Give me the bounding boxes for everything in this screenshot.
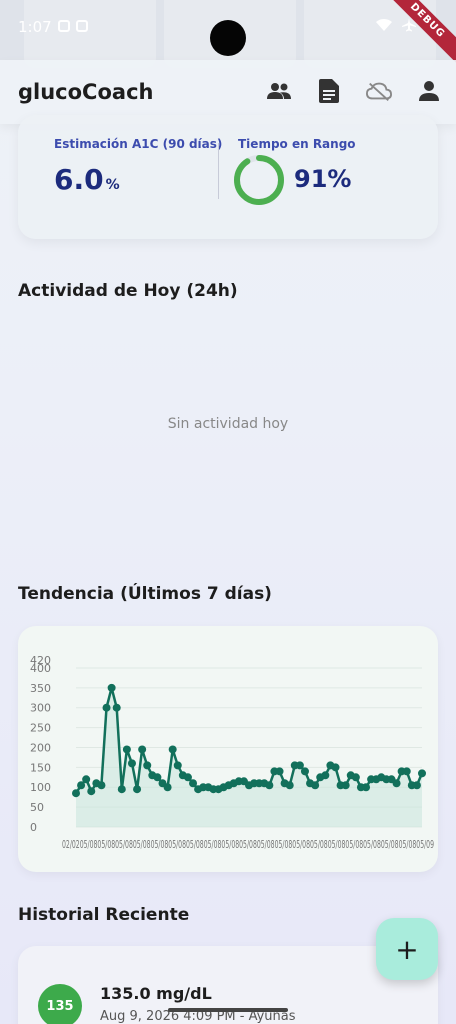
a1c-unit: % — [105, 177, 120, 193]
time-in-range-value: 91% — [294, 165, 352, 193]
data-point — [97, 781, 106, 790]
data-point — [418, 769, 426, 778]
y-tick-label: 50 — [30, 801, 44, 814]
time-in-range-ring — [234, 155, 284, 205]
data-point — [331, 763, 340, 772]
data-point — [122, 745, 131, 754]
data-point — [321, 771, 330, 780]
summary-card: Estimación A1C (90 días) 6.0% Tiempo en … — [18, 115, 438, 239]
data-point — [117, 785, 126, 794]
a1c-number: 6.0 — [54, 163, 104, 196]
gesture-nav-handle[interactable] — [168, 1008, 288, 1012]
history-title: Historial Reciente — [18, 905, 190, 925]
data-point — [275, 767, 284, 776]
y-tick-label: 420 — [30, 654, 51, 667]
a1c-label: Estimación A1C (90 días) — [54, 137, 223, 151]
data-point — [72, 789, 80, 798]
y-tick-label: 350 — [30, 682, 51, 695]
glucose-badge: 135 — [38, 984, 82, 1024]
data-point — [168, 745, 177, 754]
data-point — [87, 787, 96, 796]
a1c-value: 6.0% — [54, 163, 120, 196]
status-notification-icons — [58, 20, 88, 32]
document-icon[interactable] — [316, 78, 342, 104]
data-point — [107, 683, 116, 692]
y-tick-label: 200 — [30, 741, 51, 754]
series-area — [76, 687, 422, 827]
shield-icon — [58, 20, 70, 32]
data-point — [351, 773, 360, 782]
data-point — [102, 703, 111, 712]
data-point — [311, 781, 320, 790]
data-point — [127, 759, 136, 768]
data-point — [362, 783, 371, 792]
y-tick-label: 300 — [30, 702, 51, 715]
trend-chart-card: 0 50 100 150 200 250 300 350 400 420 02/0205/0805/… — [18, 626, 438, 872]
app-bar-actions — [266, 78, 442, 104]
y-tick-label: 0 — [30, 821, 37, 834]
account-icon[interactable] — [416, 78, 442, 104]
data-point — [133, 785, 142, 794]
people-icon[interactable] — [266, 78, 292, 104]
trend-chart: 05010015020025030035040042002/0205/0805/… — [30, 654, 434, 851]
data-point — [300, 767, 309, 776]
data-point — [173, 761, 182, 770]
x-tick-labels: 02/0205/0805/0805/0805/0805/0805/0805/08… — [62, 838, 434, 851]
trend-title: Tendencia (Últimos 7 días) — [18, 584, 272, 604]
status-time: 1:07 — [18, 18, 52, 36]
empty-activity-text: Sin actividad hoy — [167, 416, 289, 432]
camera-cutout — [210, 20, 246, 56]
cloud-off-icon[interactable] — [366, 78, 392, 104]
history-value: 135.0 mg/dL — [100, 984, 212, 1003]
data-point — [112, 703, 121, 712]
app-title: glucoCoach — [18, 80, 154, 104]
today-activity-title: Actividad de Hoy (24h) — [18, 281, 238, 301]
plus-icon: + — [395, 932, 419, 966]
data-point — [341, 781, 350, 790]
summary-divider — [218, 143, 219, 199]
status-system-icons — [376, 18, 416, 32]
data-point — [265, 781, 274, 790]
wifi-icon — [376, 18, 392, 31]
status-bar: 1:07 DEBUG — [0, 0, 456, 68]
data-point — [392, 779, 401, 788]
data-point — [163, 783, 172, 792]
time-in-range-label: Tiempo en Rango — [238, 137, 356, 151]
data-point — [412, 781, 421, 790]
data-point — [402, 767, 411, 776]
y-tick-label: 100 — [30, 781, 51, 794]
data-point — [138, 745, 147, 754]
data-point — [285, 781, 294, 790]
add-reading-button[interactable]: + — [376, 918, 438, 980]
y-tick-label: 250 — [30, 722, 51, 735]
y-tick-label: 150 — [30, 761, 51, 774]
sim-icon — [76, 20, 88, 32]
data-point — [143, 761, 152, 770]
data-point — [82, 775, 91, 784]
